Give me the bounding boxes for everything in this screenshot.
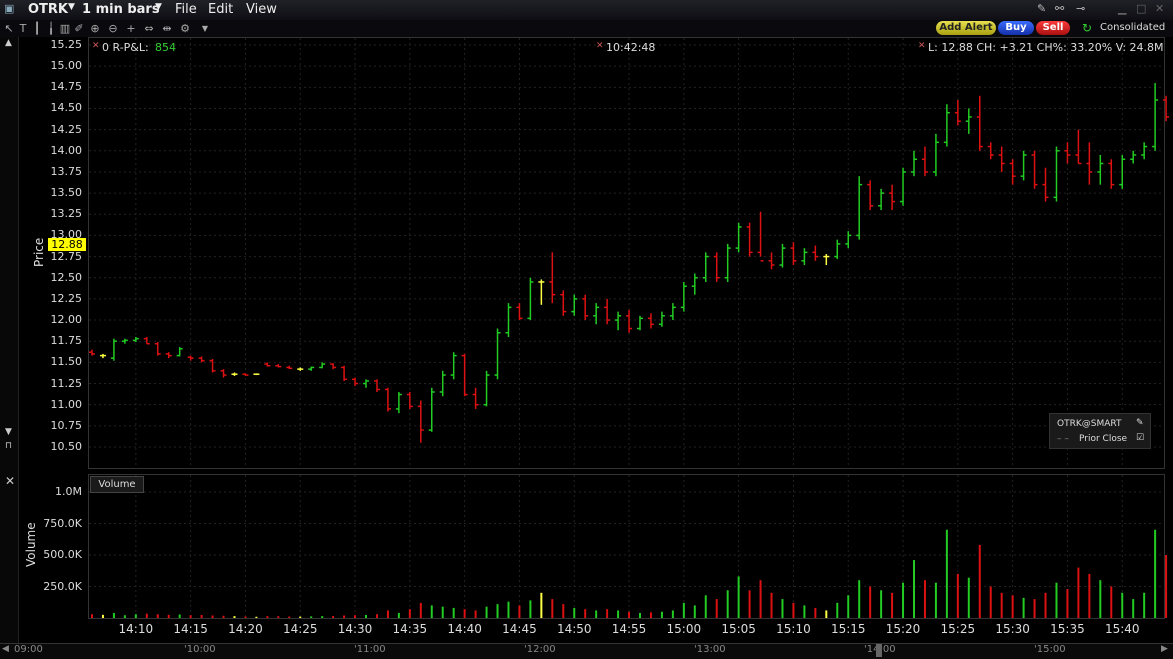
time-tick-label: 15:05 xyxy=(721,622,756,636)
time-tick-label: 14:40 xyxy=(447,622,482,636)
time-tick-label: 14:45 xyxy=(502,622,537,636)
time-tick-label: 15:40 xyxy=(1104,622,1140,636)
volume-tick-label: 1.0M xyxy=(55,485,82,498)
legend-symbol: OTRK@SMART xyxy=(1057,419,1122,429)
time-tick-label: 14:35 xyxy=(392,622,428,636)
time-tick-label: 15:35 xyxy=(1050,622,1085,636)
price-chart xyxy=(89,38,1170,618)
price-tick-label: 12.00 xyxy=(50,313,83,327)
current-price-tag: 12.88 xyxy=(48,238,86,251)
price-tick-label: 15.00 xyxy=(50,59,83,73)
price-tick-label: 11.50 xyxy=(50,355,83,369)
price-tick-label: 10.75 xyxy=(50,418,83,432)
price-tick-label: 14.50 xyxy=(50,101,83,115)
time-navigator[interactable] xyxy=(0,643,1173,659)
time-tick-label: 15:15 xyxy=(830,622,866,636)
volume-tick-label: 250.0K xyxy=(43,579,82,593)
dash-line-icon: – – xyxy=(1057,434,1069,444)
nav-left-icon[interactable]: ◀ xyxy=(2,644,9,654)
price-tick-label: 14.25 xyxy=(50,122,83,136)
navigator-tick-label: '12:00 xyxy=(524,644,556,655)
price-tick-label: 11.00 xyxy=(50,397,83,411)
price-tick-label: 13.50 xyxy=(50,186,83,200)
price-tick-label: 12.25 xyxy=(50,291,83,305)
close-summary-icon[interactable]: ✕ xyxy=(918,41,926,51)
price-tick-label: 13.25 xyxy=(50,207,83,221)
price-tick-label: 11.25 xyxy=(50,376,83,390)
chart-legend[interactable]: OTRK@SMART ✎ – – Prior Close ☑ xyxy=(1049,413,1151,449)
price-tick-label: 14.75 xyxy=(50,80,83,94)
quote-summary: L: 12.88 CH: +3.21 CH%: 33.20% V: 24.8M xyxy=(928,41,1164,54)
volume-tick-label: 500.0K xyxy=(43,548,82,561)
time-tick-label: 14:50 xyxy=(556,622,592,636)
nav-right-icon[interactable]: ▶ xyxy=(1161,644,1168,654)
navigator-tick-label: 09:00 xyxy=(14,644,43,655)
navigator-tick-label: '15:00 xyxy=(1034,644,1066,655)
rpl-label: 0 R-P&L: xyxy=(102,41,149,54)
time-tick-label: 14:15 xyxy=(173,622,208,636)
price-tick-label: 12.50 xyxy=(50,270,83,284)
clock-time: 10:42:48 xyxy=(606,41,656,54)
time-tick-label: 15:10 xyxy=(776,622,811,636)
price-tick-label: 12.75 xyxy=(50,249,83,263)
navigator-tick-label: '10:00 xyxy=(184,644,216,655)
price-tick-label: 11.75 xyxy=(50,334,83,348)
time-tick-label: 14:25 xyxy=(282,622,318,636)
price-tick-label: 14.00 xyxy=(50,143,83,157)
legend-edit-icon[interactable]: ✎ xyxy=(1136,418,1144,428)
price-tick-label: 15.25 xyxy=(50,38,83,51)
time-tick-label: 15:25 xyxy=(940,622,976,636)
navigator-handle[interactable] xyxy=(876,644,882,657)
price-tick-label: 10.50 xyxy=(50,440,83,453)
navigator-tick-label: '13:00 xyxy=(694,644,726,655)
rpl-value: 854 xyxy=(155,41,176,54)
close-time-icon[interactable]: ✕ xyxy=(596,41,604,51)
legend-prior-close: Prior Close xyxy=(1079,434,1128,444)
close-rpl-icon[interactable]: ✕ xyxy=(92,41,100,51)
price-tick-label: 13.75 xyxy=(50,164,83,178)
time-tick-label: 14:30 xyxy=(337,622,373,636)
time-tick-label: 15:00 xyxy=(666,622,702,636)
time-tick-label: 15:30 xyxy=(995,622,1030,636)
time-tick-label: 15:20 xyxy=(885,622,921,636)
time-tick-label: 14:10 xyxy=(118,622,154,636)
volume-tick-label: 750.0K xyxy=(43,516,82,530)
navigator-tick-label: '11:00 xyxy=(354,644,386,655)
prior-close-checkbox[interactable]: ☑ xyxy=(1136,433,1144,443)
volume-panel-title: Volume xyxy=(90,476,144,493)
time-tick-label: 14:20 xyxy=(228,622,263,636)
time-tick-label: 14:55 xyxy=(611,622,647,636)
